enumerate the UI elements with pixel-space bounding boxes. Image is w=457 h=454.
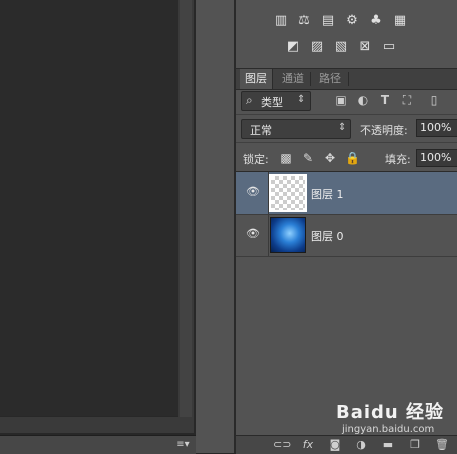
new-layer-icon[interactable]: ❐ bbox=[407, 438, 423, 452]
trash-icon[interactable]: 🗑 bbox=[434, 438, 450, 452]
selective-color-icon[interactable]: ⊠ bbox=[357, 40, 373, 54]
posterize-icon[interactable]: ▨ bbox=[309, 40, 325, 54]
fill-label: 填充: bbox=[385, 153, 411, 166]
lock-all-icon[interactable]: 🔒 bbox=[345, 151, 360, 165]
tab-separator bbox=[310, 72, 311, 86]
select-arrows-icon: ⇕ bbox=[297, 94, 306, 105]
lock-position-icon[interactable]: ✥ bbox=[323, 151, 337, 165]
status-menu-icon[interactable]: ≡▾ bbox=[176, 439, 190, 451]
search-icon: ⌕ bbox=[246, 93, 253, 107]
layer-row[interactable]: 👁 图层 0 bbox=[236, 214, 457, 257]
threshold-icon[interactable]: ▧ bbox=[333, 40, 349, 54]
layers-bottom-bar: ⊂⊃ fx ◙ ◑ ▬ ❐ 🗑 bbox=[236, 435, 457, 454]
balance-icon[interactable]: ⚖ bbox=[296, 14, 312, 28]
layers-list: 👁 图层 1 👁 图层 0 bbox=[236, 171, 457, 436]
filter-kind-select[interactable]: ⌕ 类型 ⇕ bbox=[241, 91, 311, 111]
levels-icon[interactable]: ▥ bbox=[273, 14, 289, 28]
hue-icon[interactable]: ▤ bbox=[320, 14, 336, 28]
tab-channels[interactable]: 通道 bbox=[277, 69, 309, 89]
type-filter-icon[interactable]: T bbox=[378, 93, 392, 107]
visibility-separator bbox=[268, 214, 269, 256]
color-lookup-icon[interactable]: ▦ bbox=[392, 14, 408, 28]
lock-label: 锁定: bbox=[243, 153, 269, 166]
photo-filter-icon[interactable]: ⚙ bbox=[344, 14, 360, 28]
image-filter-icon[interactable]: ▣ bbox=[334, 93, 348, 107]
adjustments-panel: ▥ ⚖ ▤ ⚙ ♣ ▦ ◩ ▨ ▧ ⊠ ▭ bbox=[236, 0, 457, 69]
layers-tab-bar: 图层 通道 路径 bbox=[236, 69, 457, 90]
layer-row[interactable]: 👁 图层 1 bbox=[236, 172, 457, 215]
tab-separator bbox=[348, 72, 349, 86]
lock-brush-icon[interactable]: ✎ bbox=[301, 151, 315, 165]
blend-row: 正常 ⇕ 不透明度: 100% bbox=[236, 114, 457, 141]
lock-transparency-icon[interactable]: ▩ bbox=[279, 151, 293, 165]
status-bar: ≡▾ bbox=[0, 435, 196, 454]
link-icon[interactable]: ⊂⊃ bbox=[273, 438, 291, 452]
tab-paths[interactable]: 路径 bbox=[314, 69, 346, 89]
gradient-map-icon[interactable]: ▭ bbox=[381, 40, 397, 54]
layer-name[interactable]: 图层 1 bbox=[311, 186, 344, 202]
lock-row: 锁定: ▩ ✎ ✥ 🔒 填充: 100% bbox=[236, 142, 457, 171]
fill-input[interactable]: 100% bbox=[416, 149, 457, 167]
blend-mode-label: 正常 bbox=[250, 124, 272, 137]
layer-thumbnail[interactable] bbox=[270, 217, 306, 253]
invert-icon[interactable]: ◩ bbox=[285, 40, 301, 54]
layer-name[interactable]: 图层 0 bbox=[311, 228, 344, 244]
layer-filter-row: ⌕ 类型 ⇕ ▣ ◐ T ⛶ ▯ bbox=[236, 90, 457, 112]
opacity-label: 不透明度: bbox=[360, 124, 408, 137]
eye-icon[interactable]: 👁 bbox=[245, 228, 261, 240]
tab-layers[interactable]: 图层 bbox=[240, 69, 273, 89]
channel-mixer-icon[interactable]: ♣ bbox=[368, 14, 384, 28]
vertical-scrollbar-thumb[interactable] bbox=[180, 0, 192, 418]
blend-mode-select[interactable]: 正常 ⇕ bbox=[241, 119, 351, 139]
filter-kind-label: 类型 bbox=[261, 96, 283, 109]
layer-thumbnail[interactable] bbox=[269, 174, 307, 212]
smart-object-filter-icon[interactable]: ▯ bbox=[427, 93, 441, 107]
opacity-input[interactable]: 100% bbox=[416, 119, 457, 137]
mask-icon[interactable]: ◙ bbox=[327, 438, 343, 452]
group-folder-icon[interactable]: ▬ bbox=[380, 438, 396, 452]
panel-dock-gutter bbox=[196, 0, 234, 453]
eye-icon[interactable]: 👁 bbox=[245, 186, 261, 198]
select-arrows-icon: ⇕ bbox=[338, 122, 347, 133]
adjustment-layer-icon[interactable]: ◑ bbox=[353, 438, 369, 452]
visibility-separator bbox=[268, 172, 269, 214]
document-canvas[interactable] bbox=[0, 0, 178, 416]
horizontal-scrollbar[interactable] bbox=[0, 417, 194, 433]
adjustment-filter-icon[interactable]: ◐ bbox=[356, 93, 370, 107]
fx-icon[interactable]: fx bbox=[300, 438, 316, 452]
shape-filter-icon[interactable]: ⛶ bbox=[400, 93, 414, 107]
